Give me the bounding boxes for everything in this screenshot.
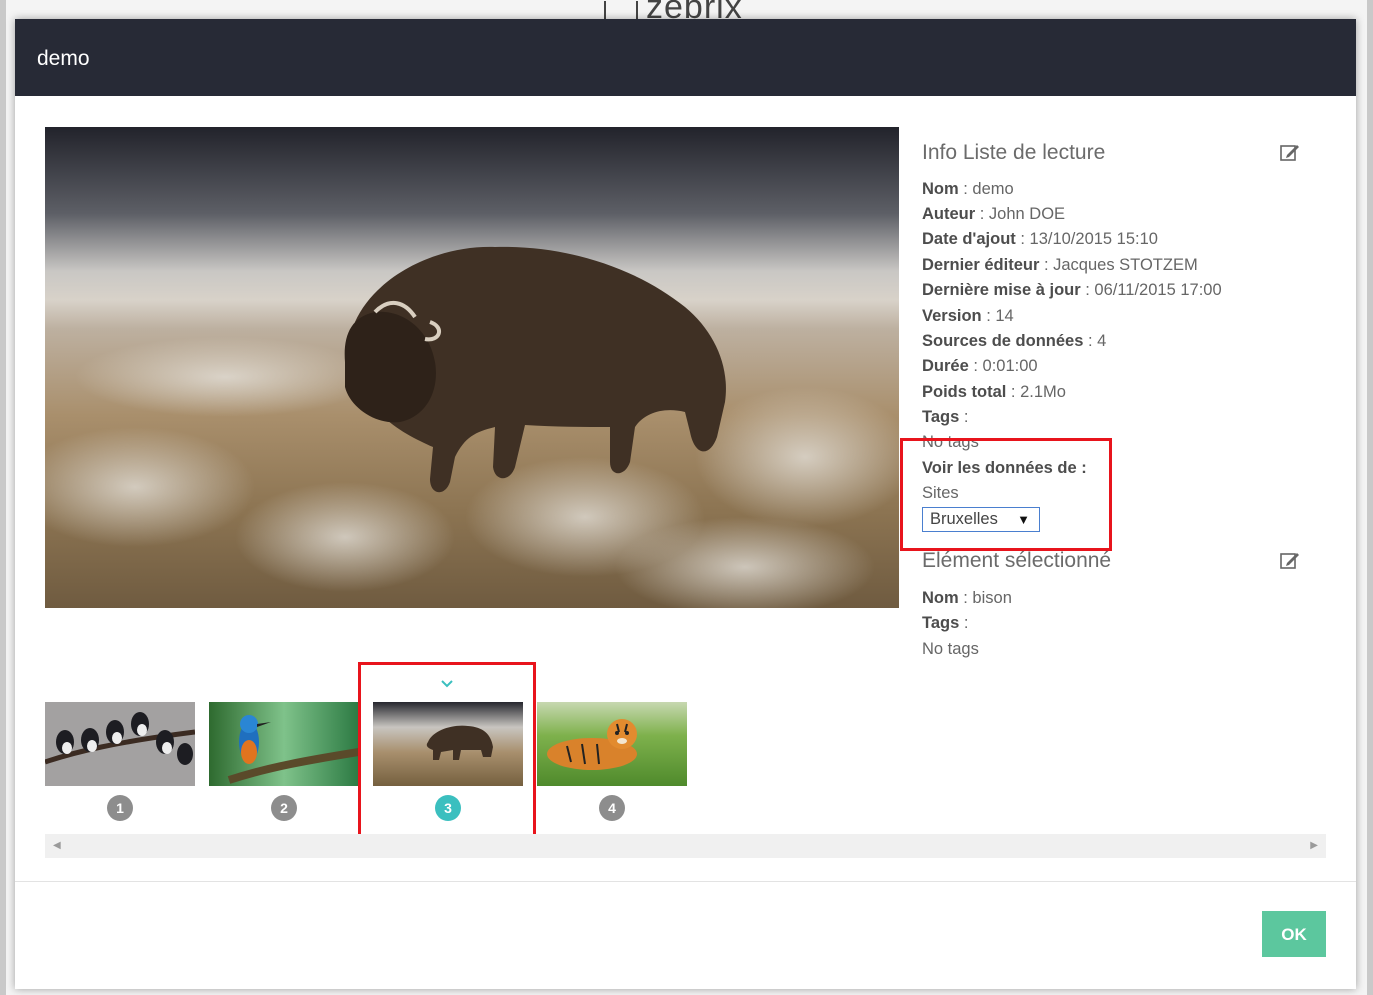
info-row-author: Auteur : John DOE — [922, 205, 1066, 223]
selected-row-tags: Tags : — [922, 614, 969, 632]
selected-tags-value: No tags — [922, 640, 979, 658]
selected-thumbnail-highlight — [358, 662, 536, 837]
info-row-total-size: Poids total : 2.1Mo — [922, 383, 1066, 401]
modal-title: demo — [37, 47, 90, 70]
edit-playlist-icon[interactable] — [1279, 143, 1301, 163]
footer-divider — [15, 881, 1356, 882]
thumbnail-number-1[interactable]: 1 — [107, 795, 133, 821]
scroll-left-icon[interactable]: ◀ — [53, 840, 61, 851]
info-row-tags: Tags : — [922, 408, 969, 426]
selected-row-name: Nom : bison — [922, 589, 1012, 607]
thumbnail-number-4[interactable]: 4 — [599, 795, 625, 821]
main-preview-image — [45, 127, 899, 608]
info-row-data-sources: Sources de données : 4 — [922, 332, 1107, 350]
thumbnail-scrollbar[interactable]: ◀ ▶ — [45, 834, 1326, 858]
scroll-right-icon[interactable]: ▶ — [1310, 840, 1318, 851]
playlist-info-title: Info Liste de lecture — [922, 141, 1106, 164]
info-row-name: Nom : demo — [922, 180, 1014, 198]
thumbnail-4[interactable] — [537, 702, 687, 786]
info-row-last-editor: Dernier éditeur : Jacques STOTZEM — [922, 256, 1198, 274]
bison-image — [45, 127, 899, 608]
thumbnail-2[interactable] — [209, 702, 359, 786]
playlist-modal: demo Info Liste de lecture Nom: demo Au… — [15, 19, 1356, 989]
info-row-last-update: Dernière mise à jour : 06/11/2015 17:00 — [922, 281, 1222, 299]
ok-button[interactable]: OK — [1262, 911, 1326, 957]
info-row-duration: Durée : 0:01:00 — [922, 357, 1038, 375]
selected-element-title: Elément sélectionné — [922, 549, 1112, 572]
edit-element-icon[interactable] — [1279, 551, 1301, 571]
data-selector-highlight — [900, 438, 1112, 551]
info-row-date-added: Date d'ajout : 13/10/2015 15:10 — [922, 230, 1158, 248]
thumbnail-1[interactable] — [45, 702, 195, 786]
info-row-version: Version : 14 — [922, 307, 1014, 325]
thumbnail-number-2[interactable]: 2 — [271, 795, 297, 821]
modal-header: demo — [15, 19, 1356, 96]
